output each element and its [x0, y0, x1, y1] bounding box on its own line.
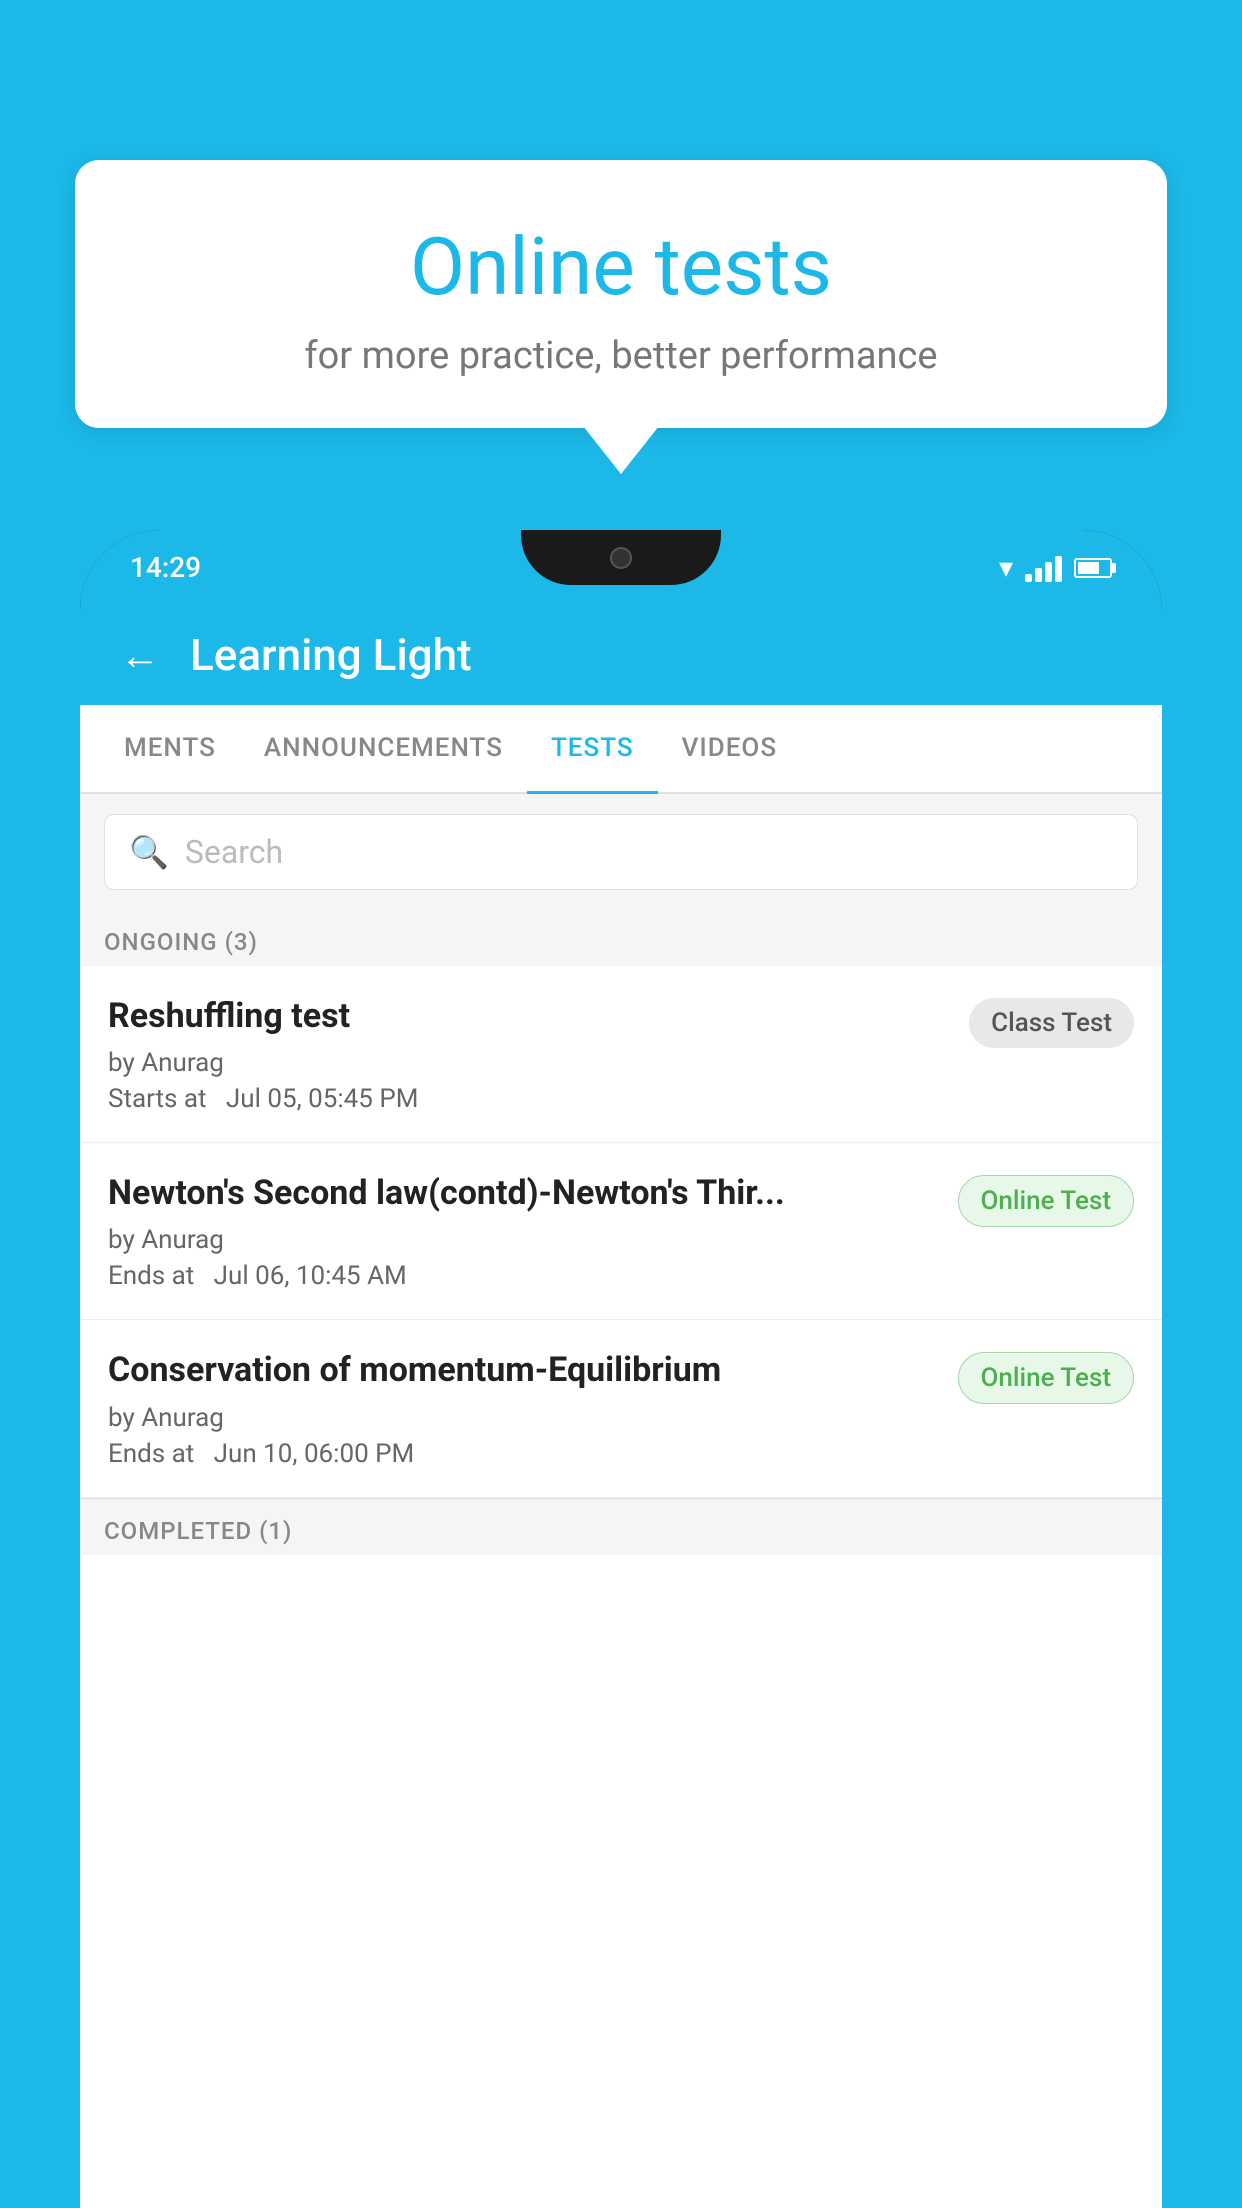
search-bar[interactable]: 🔍 Search [104, 814, 1138, 890]
phone-frame: 14:29 ▾ ← Learning Light MEN [80, 530, 1162, 2208]
status-icons: ▾ [999, 551, 1112, 584]
test-info-3: Conservation of momentum-Equilibrium by … [108, 1348, 938, 1468]
bubble-subtitle: for more practice, better performance [125, 334, 1117, 378]
test-info-1: Reshuffling test by Anurag Starts at Jul… [108, 994, 949, 1114]
app-title: Learning Light [190, 629, 472, 681]
search-container: 🔍 Search [80, 794, 1162, 910]
tab-videos[interactable]: VIDEOS [658, 705, 801, 794]
phone-notch [521, 530, 721, 585]
camera [610, 547, 632, 569]
phone-screen: MENTS ANNOUNCEMENTS TESTS VIDEOS 🔍 Searc… [80, 705, 1162, 2208]
tab-ments[interactable]: MENTS [100, 705, 240, 794]
test-badge-3: Online Test [958, 1352, 1135, 1404]
test-author-2: by Anurag [108, 1225, 938, 1255]
test-date-1: Starts at Jul 05, 05:45 PM [108, 1084, 949, 1114]
test-title-1: Reshuffling test [108, 994, 949, 1038]
tabs-bar: MENTS ANNOUNCEMENTS TESTS VIDEOS [80, 705, 1162, 794]
status-time: 14:29 [130, 551, 201, 584]
test-list: Reshuffling test by Anurag Starts at Jul… [80, 966, 1162, 2208]
test-item-3[interactable]: Conservation of momentum-Equilibrium by … [80, 1320, 1162, 1497]
app-header: ← Learning Light [80, 605, 1162, 705]
wifi-icon: ▾ [999, 551, 1013, 584]
speech-bubble-card: Online tests for more practice, better p… [75, 160, 1167, 428]
tab-tests[interactable]: TESTS [527, 705, 658, 794]
status-bar: 14:29 ▾ [80, 530, 1162, 605]
test-author-1: by Anurag [108, 1048, 949, 1078]
signal-icon [1025, 554, 1062, 582]
test-title-3: Conservation of momentum-Equilibrium [108, 1348, 938, 1392]
test-date-2: Ends at Jul 06, 10:45 AM [108, 1261, 938, 1291]
test-badge-2: Online Test [958, 1175, 1135, 1227]
test-badge-1: Class Test [969, 998, 1134, 1048]
search-icon: 🔍 [129, 833, 169, 871]
test-author-3: by Anurag [108, 1403, 938, 1433]
ongoing-section-label: ONGOING (3) [80, 910, 1162, 966]
completed-section-label: COMPLETED (1) [80, 1498, 1162, 1555]
back-button[interactable]: ← [120, 632, 160, 679]
test-date-3: Ends at Jun 10, 06:00 PM [108, 1439, 938, 1469]
search-placeholder: Search [185, 833, 283, 871]
test-item-2[interactable]: Newton's Second law(contd)-Newton's Thir… [80, 1143, 1162, 1320]
bubble-title: Online tests [125, 220, 1117, 314]
test-title-2: Newton's Second law(contd)-Newton's Thir… [108, 1171, 938, 1215]
test-info-2: Newton's Second law(contd)-Newton's Thir… [108, 1171, 938, 1291]
tab-announcements[interactable]: ANNOUNCEMENTS [240, 705, 527, 794]
battery-icon [1074, 558, 1112, 578]
test-item-1[interactable]: Reshuffling test by Anurag Starts at Jul… [80, 966, 1162, 1143]
